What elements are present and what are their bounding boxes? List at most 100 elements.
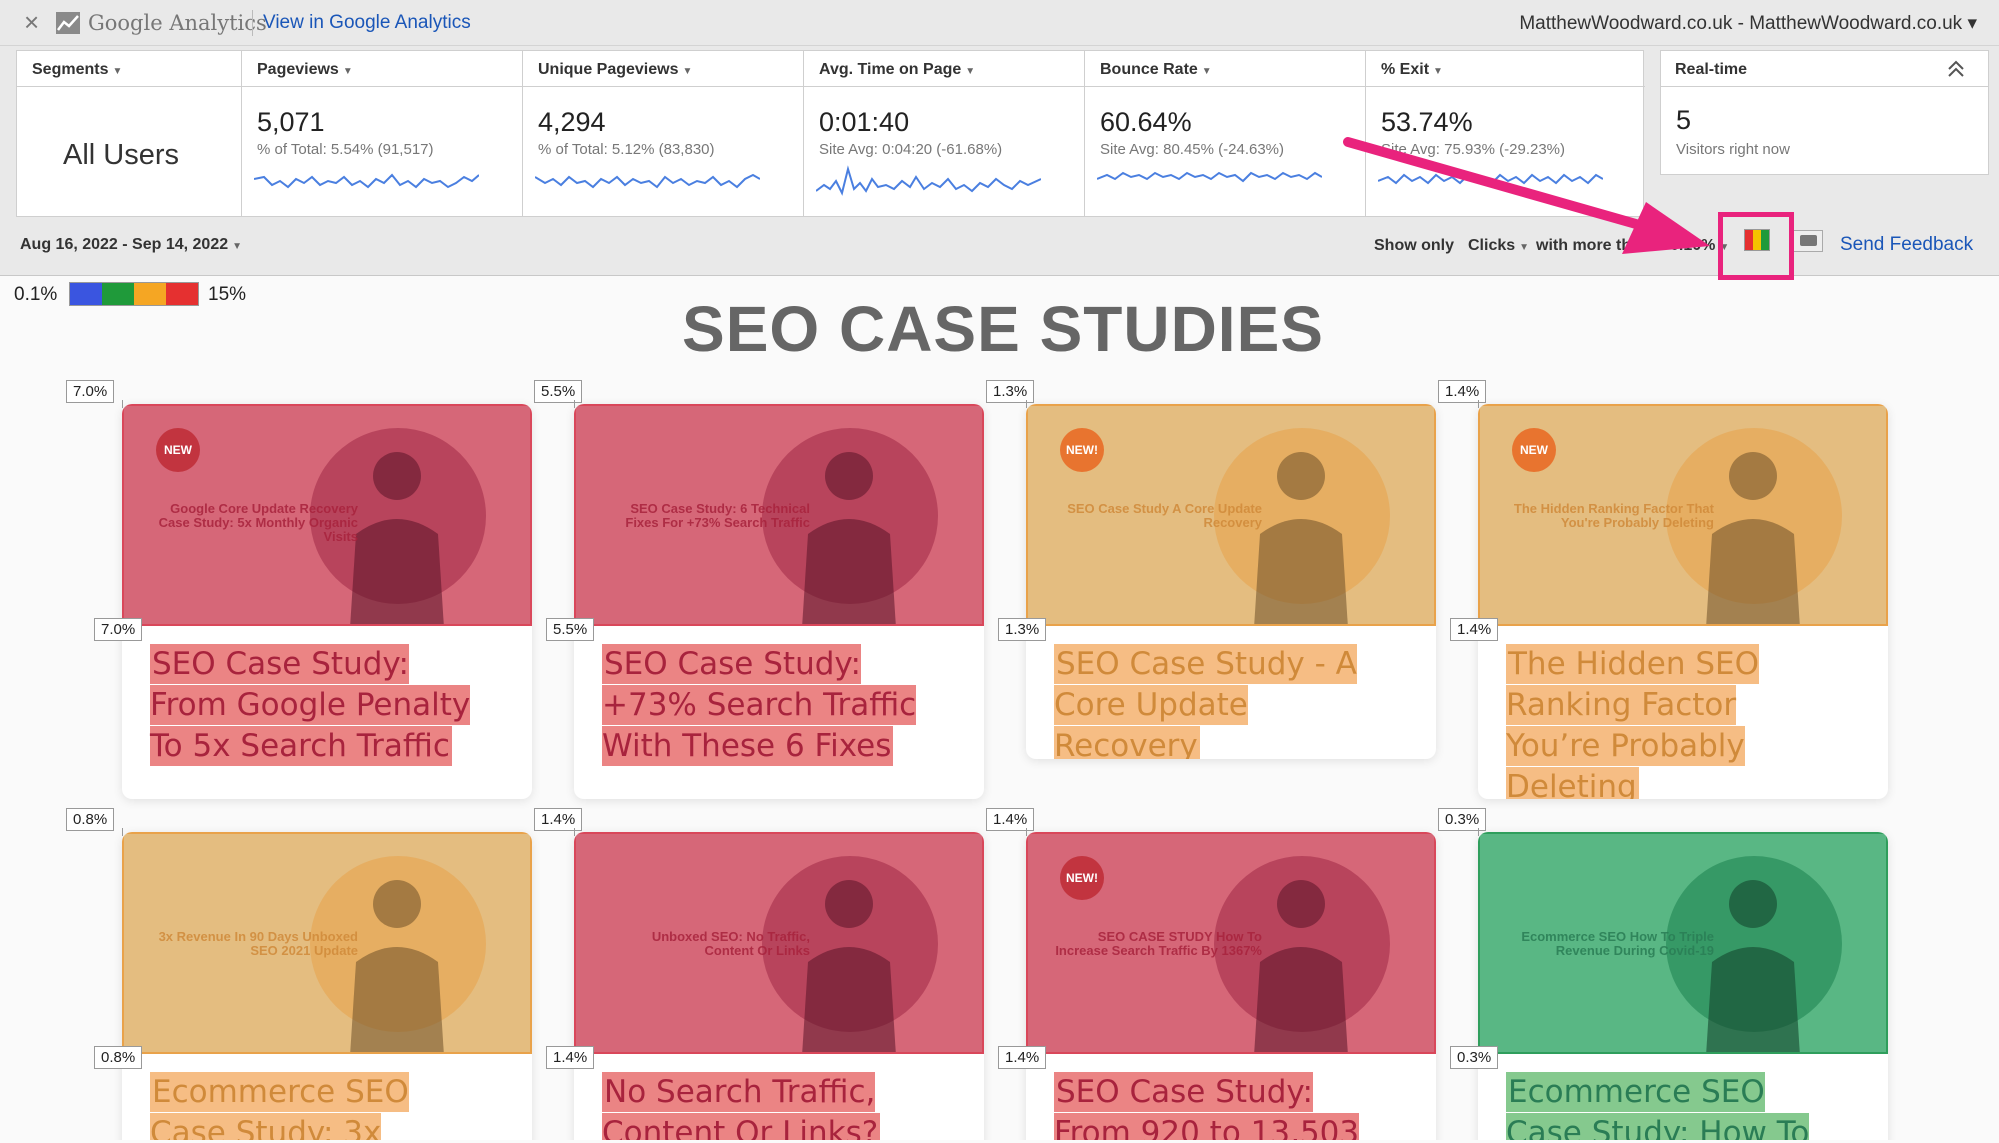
card-title: No Search Traffic, Content Or Links?	[602, 1072, 936, 1143]
new-badge: NEW!	[1060, 428, 1104, 472]
caret-down-icon: ▼	[965, 66, 976, 77]
case-study-card[interactable]: Unboxed SEO: No Traffic, Content Or Link…	[574, 832, 984, 1143]
metric-subtext: % of Total: 5.12% (83,830)	[538, 141, 715, 158]
metric-dropdown[interactable]: Pageviews ▼	[242, 51, 522, 87]
metric-subtext: Site Avg: 0:04:20 (-61.68%)	[819, 141, 1003, 158]
account-selector[interactable]: MatthewWoodward.co.uk - MatthewWoodward.…	[1519, 12, 1977, 35]
click-percentage-label: 7.0%	[94, 618, 143, 641]
card-title-link[interactable]: Ecommerce SEO Case Study: How To Triple	[1506, 1072, 1810, 1143]
card-title-link[interactable]: No Search Traffic, Content Or Links?	[602, 1072, 881, 1143]
new-badge: NEW	[156, 428, 200, 472]
metric-bounce-rate: Bounce Rate ▼ 60.64% Site Avg: 80.45% (-2…	[1085, 51, 1366, 216]
metric-subtext: Site Avg: 80.45% (-24.63%)	[1100, 141, 1284, 158]
card-title: SEO Case Study: +73% Search Traffic With…	[602, 644, 936, 767]
date-range-selector[interactable]: Aug 16, 2022 - Sep 14, 2022 ▼	[20, 236, 242, 254]
click-percentage-label: 1.3%	[998, 618, 1047, 641]
case-study-card[interactable]: Ecommerce SEO How To Triple Revenue Duri…	[1478, 832, 1888, 1143]
case-study-card[interactable]: SEO Case Study A Core Update Recovery NEW…	[1026, 404, 1436, 759]
percentage-connector	[1026, 400, 1027, 408]
card-thumbnail[interactable]: SEO Case Study: 6 Technical Fixes For +7…	[574, 404, 984, 626]
thumbnail-text: Ecommerce SEO How To Triple Revenue Duri…	[1521, 929, 1714, 958]
click-percentage-label: 7.0%	[66, 380, 115, 403]
person-image	[802, 452, 896, 624]
google-analytics-logo-icon	[56, 12, 80, 34]
highlight-box	[1718, 212, 1794, 280]
metric-dropdown[interactable]: Bounce Rate ▼	[1085, 51, 1365, 87]
card-title-link[interactable]: Ecommerce SEO Case Study: 3x Revenue In	[150, 1072, 409, 1143]
person-image	[1254, 880, 1348, 1052]
percentage-connector	[1478, 828, 1479, 836]
segment-value: All Users	[63, 139, 180, 171]
metric-dropdown[interactable]: % Exit ▼	[1366, 51, 1645, 87]
card-thumbnail[interactable]: 3x Revenue In 90 Days Unboxed SEO 2021 U…	[122, 832, 532, 1054]
new-badge: NEW!	[1060, 856, 1104, 900]
comment-icon[interactable]	[1793, 230, 1823, 252]
divider	[252, 10, 253, 36]
sparkline	[816, 165, 1041, 196]
metric-unique-pageviews: Unique Pageviews ▼ 4,294 % of Total: 5.12…	[523, 51, 804, 216]
card-title: SEO Case Study: From Google Penalty To 5…	[150, 644, 484, 767]
send-feedback-link[interactable]: Send Feedback	[1840, 234, 1973, 256]
click-percentage-label: 1.4%	[998, 1046, 1047, 1069]
click-percentage-label: 5.5%	[546, 618, 595, 641]
case-study-card[interactable]: SEO Case Study: 6 Technical Fixes For +7…	[574, 404, 984, 799]
card-thumbnail[interactable]: Ecommerce SEO How To Triple Revenue Duri…	[1478, 832, 1888, 1054]
card-thumbnail[interactable]: The Hidden Ranking Factor That You're Pr…	[1478, 404, 1888, 626]
person-image	[1254, 452, 1348, 624]
caret-down-icon: ▼	[232, 241, 243, 252]
person-image	[1706, 452, 1800, 624]
sparkline	[1097, 171, 1322, 183]
case-study-card[interactable]: Google Core Update Recovery Case Study: …	[122, 404, 532, 799]
page-heading: SEO CASE STUDIES	[682, 293, 1324, 365]
percentage-connector	[122, 400, 123, 408]
click-percentage-label: 0.8%	[66, 808, 115, 831]
metric-dropdown[interactable]: Avg. Time on Page ▼	[804, 51, 1084, 87]
card-title: Ecommerce SEO Case Study: 3x Revenue In	[150, 1072, 484, 1143]
caret-down-icon: ▼	[1201, 66, 1212, 77]
person-image	[1706, 880, 1800, 1052]
card-thumbnail[interactable]: SEO Case Study A Core Update Recovery NEW…	[1026, 404, 1436, 626]
caret-down-icon: ▼	[682, 66, 693, 77]
person-image	[350, 452, 444, 624]
sparkline	[254, 173, 479, 189]
card-thumbnail[interactable]: Unboxed SEO: No Traffic, Content Or Link…	[574, 832, 984, 1054]
card-title-link[interactable]: SEO Case Study: From 920 to 13,503 Visit…	[1054, 1072, 1360, 1143]
card-title-link[interactable]: SEO Case Study: From Google Penalty To 5…	[150, 644, 471, 766]
sparkline	[535, 173, 760, 189]
segments-dropdown[interactable]: Segments ▼	[17, 51, 241, 87]
chevron-up-double-icon[interactable]	[1944, 57, 1968, 81]
card-title: The Hidden SEO Ranking Factor You’re Pro…	[1506, 644, 1840, 799]
caret-down-icon: ▼	[112, 66, 123, 77]
thumbnail-text: Google Core Update Recovery Case Study: …	[158, 501, 358, 544]
thumbnail-text: SEO Case Study A Core Update Recovery	[1067, 501, 1262, 530]
card-thumbnail[interactable]: Google Core Update Recovery Case Study: …	[122, 404, 532, 626]
card-title: Ecommerce SEO Case Study: How To Triple	[1506, 1072, 1840, 1143]
ga-brand-name: Google Analytics	[88, 11, 267, 35]
metric-header: Pageviews	[257, 61, 339, 78]
new-badge: NEW	[1512, 428, 1556, 472]
case-study-card[interactable]: SEO CASE STUDY How To Increase Search Tr…	[1026, 832, 1436, 1143]
segments-header: Segments	[32, 61, 109, 78]
click-percentage-label: 1.4%	[1450, 618, 1499, 641]
view-in-ga-link[interactable]: View in Google Analytics	[263, 12, 471, 34]
card-thumbnail[interactable]: SEO CASE STUDY How To Increase Search Tr…	[1026, 832, 1436, 1054]
case-study-card[interactable]: The Hidden Ranking Factor That You're Pr…	[1478, 404, 1888, 799]
card-title-link[interactable]: SEO Case Study - A Core Update Recovery	[1054, 644, 1357, 759]
thumbnail-text: 3x Revenue In 90 Days Unboxed SEO 2021 U…	[158, 929, 358, 958]
metric-value: 0:01:40	[819, 107, 910, 137]
metric-pageviews: Pageviews ▼ 5,071 % of Total: 5.54% (91,5…	[242, 51, 523, 216]
person-image	[802, 880, 896, 1052]
case-study-card[interactable]: 3x Revenue In 90 Days Unboxed SEO 2021 U…	[122, 832, 532, 1143]
close-icon[interactable]: ×	[24, 8, 39, 36]
card-title: SEO Case Study - A Core Update Recovery	[1054, 644, 1388, 759]
thumbnail-text: SEO Case Study: 6 Technical Fixes For +7…	[625, 501, 810, 530]
percentage-connector	[1026, 828, 1027, 836]
metric-dropdown[interactable]: Unique Pageviews ▼	[523, 51, 803, 87]
card-title-link[interactable]: The Hidden SEO Ranking Factor You’re Pro…	[1506, 644, 1760, 799]
caret-down-icon: ▼	[1433, 66, 1443, 77]
person-image	[350, 880, 444, 1052]
segments-column: Segments ▼ All Users	[17, 51, 242, 216]
metric-value: 4,294	[538, 107, 606, 137]
card-title-link[interactable]: SEO Case Study: +73% Search Traffic With…	[602, 644, 917, 766]
click-percentage-label: 0.8%	[94, 1046, 143, 1069]
